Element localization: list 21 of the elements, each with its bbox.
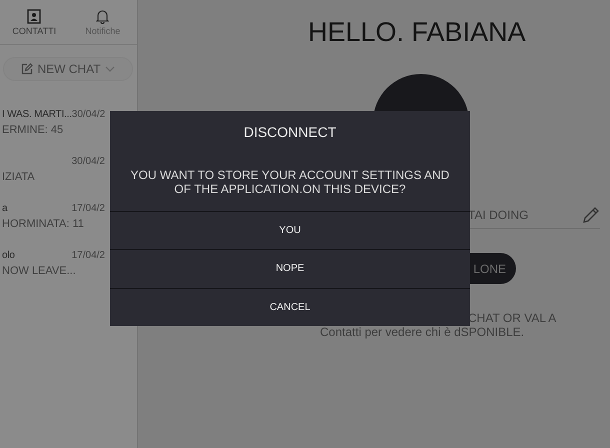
hint-text: Contatti per vedere chi è dSPONIBLE. [320,325,526,339]
greeting-title: HELLO. FABIANA [308,17,527,48]
chat-date: 30/04/2 [72,109,106,120]
chat-date: 30/04/2 [72,156,105,167]
edit-icon [21,63,34,75]
nav-tab[interactable]: CONTATTI [0,0,68,44]
chat-name: I WAS. MARTI... [2,109,72,120]
chat-date: 17/04/2 [72,250,105,261]
chat-name: a [2,203,8,214]
chat-preview: HORMINATA: 11 [1,218,85,230]
chevron-down-icon [104,66,115,72]
chat-preview: ERMINE: 45 [1,124,64,136]
pencil-icon [582,206,600,224]
bell-icon [96,8,110,24]
chat-name: olo [2,250,15,261]
new-chat-button[interactable]: NEW CHAT [3,57,133,81]
chat-preview: NOW LEAVE... [1,265,77,277]
chat-date: 17/04/2 [72,203,105,214]
dialog-message: YOU WANT TO STORE YOUR ACCOUNT SETTINGS AND OF THE APPLICATION.ON THIS DEVICE? [130,167,450,198]
contact-icon [27,8,42,24]
dialog-title: DISCONNECT [242,123,338,142]
